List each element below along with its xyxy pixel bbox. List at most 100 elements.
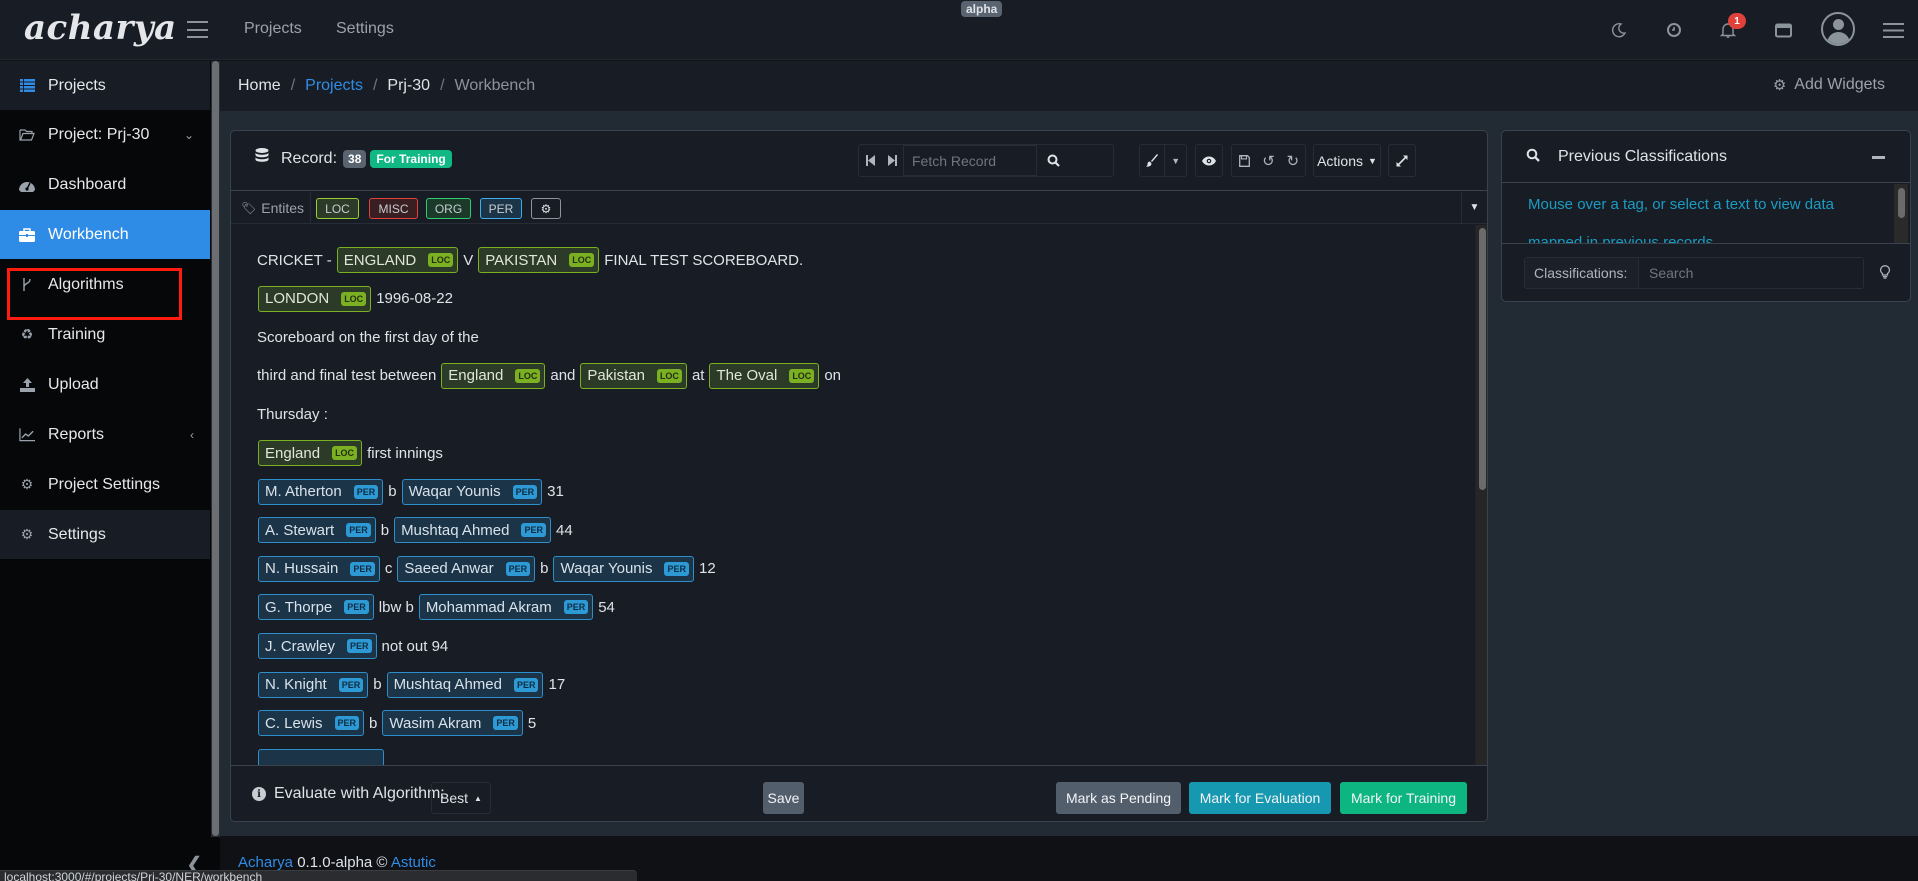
top-nav-projects[interactable]: Projects (244, 20, 302, 38)
entity-annotation-per[interactable]: M. Atherton PER (258, 478, 384, 505)
document-line: third and final test between England LOC an… (257, 362, 845, 389)
algorithm-select[interactable]: Best ▲ (431, 782, 491, 814)
last-record-icon[interactable] (881, 145, 903, 176)
entity-settings-icon[interactable]: ⚙ (531, 198, 561, 219)
entity-tag-org[interactable]: ORG (426, 198, 471, 219)
fullscreen-group (1388, 144, 1416, 177)
save-icon[interactable] (1232, 145, 1256, 176)
annotated-text-area[interactable]: CRICKET - ENGLAND LOC V PAKISTAN LOC FINAL TES… (231, 225, 1477, 765)
briefcase-icon (19, 227, 35, 243)
redo-icon[interactable]: ↻ (1281, 145, 1305, 176)
entity-annotation-per[interactable]: N. Knight PER (258, 671, 369, 698)
sidebar-item-workbench[interactable]: Workbench (0, 210, 210, 259)
search-record-button[interactable] (1037, 145, 1070, 176)
main-content: Home / Projects / Prj-30 / Workbench ⚙ A… (220, 61, 1918, 836)
brush-dropdown-icon[interactable]: ▼ (1165, 145, 1186, 176)
footer-company-link[interactable]: Astutic (391, 854, 436, 871)
classifications-scrollbar[interactable] (1894, 184, 1908, 243)
sidebar-item-reports[interactable]: Reports ‹ (0, 410, 210, 459)
sidebar-item-project-settings[interactable]: ⚙ Project Settings (0, 460, 210, 509)
entity-annotation-per[interactable]: Mushtaq Ahmed PER (394, 517, 551, 544)
entity-annotation-per[interactable]: Mohammad Akram PER (418, 594, 594, 621)
sidebar-item-upload[interactable]: Upload (0, 360, 210, 409)
actions-dropdown[interactable]: Actions ▼ (1313, 144, 1381, 177)
breadcrumb-project[interactable]: Prj-30 (387, 77, 430, 95)
sidebar-scrollbar[interactable] (211, 61, 220, 837)
first-record-icon[interactable] (859, 145, 881, 176)
sidebar-item-dashboard[interactable]: Dashboard (0, 160, 210, 209)
paint-brush-icon[interactable] (1140, 145, 1166, 176)
save-button[interactable]: Save (763, 782, 804, 814)
entity-label-badge: PER (521, 523, 546, 538)
entity-annotation-loc[interactable]: England LOC (258, 440, 363, 466)
entity-annotation-per[interactable]: G. Thorpe PER (258, 594, 374, 621)
breadcrumb-home[interactable]: Home (238, 77, 281, 95)
footer-app-link[interactable]: Acharya (238, 854, 293, 871)
sidebar-item-algorithms[interactable]: Algorithms (0, 260, 210, 309)
entity-annotation-loc[interactable]: England LOC (441, 362, 546, 389)
mark-evaluation-button[interactable]: Mark for Evaluation (1189, 782, 1331, 814)
entity-annotation-loc[interactable]: ENGLAND LOC (336, 247, 459, 273)
window-icon[interactable] (1771, 18, 1795, 42)
entity-annotation-per[interactable]: J. Crawley PER (258, 633, 377, 659)
entity-annotation-per[interactable]: C. Lewis PER (258, 710, 365, 737)
entity-text: Mushtaq Ahmed (401, 521, 510, 539)
lightbulb-icon[interactable] (1880, 265, 1890, 282)
moon-icon[interactable] (1607, 18, 1631, 42)
minimize-icon[interactable] (1872, 156, 1885, 159)
classifications-label: Classifications: (1525, 258, 1639, 288)
menu-icon[interactable] (1881, 18, 1905, 42)
mark-pending-button[interactable]: Mark as Pending (1056, 782, 1181, 814)
add-widgets-button[interactable]: ⚙ Add Widgets (1773, 76, 1885, 94)
undo-icon[interactable]: ↺ (1256, 145, 1280, 176)
sidebar-item-settings[interactable]: ⚙ Settings (0, 510, 210, 559)
sidebar-item-project-prj-30[interactable]: Project: Prj-30 ⌄ (0, 110, 210, 159)
entity-tag-per[interactable]: PER (480, 198, 522, 219)
text-scrollbar[interactable] (1475, 225, 1487, 765)
sidebar-toggle-icon[interactable] (187, 21, 208, 38)
entity-annotation-loc[interactable]: The Oval LOC (709, 362, 820, 389)
chevron-left-icon: ‹ (190, 427, 194, 442)
app-logo[interactable]: acharya (24, 8, 177, 48)
eye-icon[interactable] (1196, 145, 1222, 176)
document-line: CRICKET - ENGLAND LOC V PAKISTAN LOC FINAL TES… (257, 247, 807, 273)
entity-annotation-per[interactable]: Saeed Anwar PER (397, 555, 536, 582)
clock-icon[interactable] (1662, 18, 1686, 42)
entity-annotation-loc[interactable]: LONDON LOC (258, 285, 372, 312)
document-line: Thursday : (257, 401, 332, 427)
entity-annotation-loc[interactable]: Pakistan LOC (580, 362, 687, 389)
previous-classifications-card: Previous Classifications Mouse over a ta… (1501, 130, 1911, 302)
top-nav-settings[interactable]: Settings (336, 20, 394, 38)
entity-annotation-per[interactable]: N. Hussain PER (258, 555, 380, 582)
classifications-search-input[interactable] (1639, 258, 1863, 288)
entity-text: The Oval (716, 367, 778, 385)
entity-annotation-per[interactable]: Waqar Younis PER (553, 555, 694, 582)
user-avatar-icon[interactable] (1821, 12, 1855, 46)
gear-icon: ⚙ (1772, 77, 1787, 94)
entity-annotation-per[interactable] (258, 748, 384, 765)
entity-annotation-loc[interactable]: PAKISTAN LOC (478, 247, 600, 273)
entity-annotation-per[interactable]: Waqar Younis PER (401, 478, 543, 505)
entities-label-text: Entites (261, 199, 305, 216)
evaluate-label: Evaluate with Algorithm: (274, 785, 445, 802)
page-footer: Acharya 0.1.0-alpha © Astutic (238, 854, 436, 871)
mark-training-button[interactable]: Mark for Training (1340, 782, 1467, 814)
fetch-record-input[interactable] (903, 145, 1037, 176)
sidebar-item-training[interactable]: ♻ Training (0, 310, 210, 359)
entity-tag-misc[interactable]: MISC (369, 198, 418, 219)
sidebar-item-label: Project: Prj-30 (48, 125, 150, 143)
actions-label: Actions (1317, 152, 1363, 169)
entity-tag-loc[interactable]: LOC (316, 198, 359, 219)
entity-annotation-per[interactable]: Wasim Akram PER (382, 710, 523, 737)
entities-dropdown-icon[interactable]: ▼ (1461, 192, 1487, 223)
sidebar-item-projects[interactable]: Projects (0, 61, 210, 110)
document-text: 31 (547, 483, 564, 501)
document-text: at (691, 367, 705, 385)
record-number-badge: 38 (343, 149, 367, 168)
dashboard-gauge-icon (19, 177, 35, 193)
breadcrumb-projects[interactable]: Projects (305, 77, 363, 95)
entity-annotation-per[interactable]: A. Stewart PER (258, 517, 376, 544)
expand-icon[interactable] (1389, 145, 1415, 176)
entity-annotation-per[interactable]: Mushtaq Ahmed PER (386, 671, 544, 698)
entity-label-badge: PER (563, 600, 589, 615)
